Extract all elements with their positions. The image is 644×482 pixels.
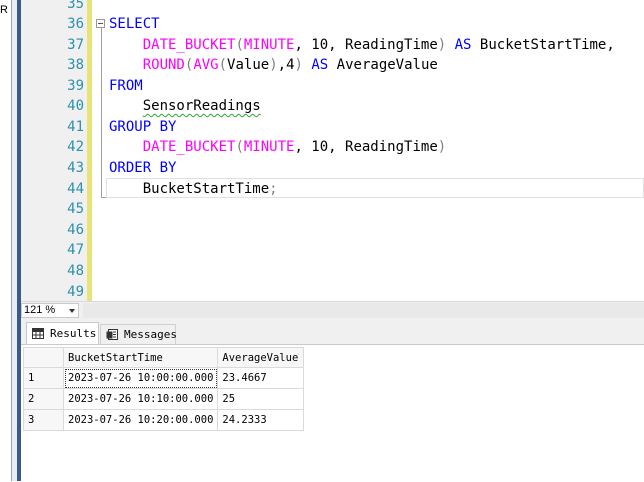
column-name: BucketStartTime bbox=[142, 181, 270, 197]
keyword-from: FROM bbox=[109, 78, 143, 94]
column-alias: AverageValue bbox=[336, 57, 438, 73]
datepart-minute: MINUTE bbox=[243, 139, 295, 155]
change-tracking-bar bbox=[87, 0, 92, 301]
table-name: SensorReadings bbox=[142, 98, 261, 114]
table-row: 2 2023-07-26 10:10:00.000 25 bbox=[23, 388, 305, 410]
paren: ) bbox=[437, 37, 447, 53]
column-alias: BucketStartTime, bbox=[479, 37, 615, 53]
function-args: , 10, ReadingTime bbox=[294, 139, 438, 155]
column-value: Value bbox=[227, 57, 270, 73]
function-args: , 10, ReadingTime bbox=[294, 37, 438, 53]
paren: ( bbox=[235, 139, 244, 155]
grid-cell[interactable]: 23.4667 bbox=[217, 367, 305, 389]
code-line-44[interactable]: BucketStartTime; bbox=[109, 179, 278, 199]
object-explorer-fragment-text: R bbox=[0, 4, 8, 16]
row-number-header[interactable] bbox=[23, 347, 64, 368]
paren: ) bbox=[437, 139, 447, 155]
line-number-gutter: 35 36 37 38 39 40 41 42 43 44 45 46 47 4… bbox=[21, 0, 87, 301]
grid-cell[interactable]: 2023-07-26 10:20:00.000 bbox=[62, 409, 219, 431]
keyword-order-by: ORDER BY bbox=[109, 160, 177, 176]
line-number: 42 bbox=[67, 139, 84, 155]
grid-cell[interactable]: 24.2333 bbox=[217, 409, 305, 431]
function-args: ,4 bbox=[277, 57, 295, 73]
grid-cell[interactable]: 25 bbox=[217, 388, 305, 410]
query-editor[interactable]: 35 36 37 38 39 40 41 42 43 44 45 46 47 4… bbox=[21, 0, 644, 301]
object-explorer-edge: R bbox=[0, 0, 11, 481]
column-header[interactable]: BucketStartTime bbox=[62, 347, 219, 368]
semicolon: ; bbox=[269, 181, 278, 197]
code-line-41[interactable]: GROUP BY bbox=[109, 117, 176, 137]
results-grid[interactable]: BucketStartTime AverageValue 1 2023-07-2… bbox=[23, 347, 305, 431]
line-number: 41 bbox=[67, 119, 84, 135]
collapse-region-icon[interactable] bbox=[96, 19, 105, 28]
tab-results[interactable]: Results bbox=[26, 322, 99, 344]
zoom-dropdown[interactable]: 121 % bbox=[21, 303, 79, 318]
grid-cell[interactable]: 2023-07-26 10:10:00.000 bbox=[62, 388, 219, 410]
zoom-value: 121 % bbox=[24, 304, 56, 316]
code-line-38[interactable]: ROUND(AVG(Value),4) AS AverageValue bbox=[109, 55, 438, 75]
line-number: 47 bbox=[67, 242, 84, 258]
horizontal-scrollbar[interactable] bbox=[83, 303, 644, 318]
paren: ( bbox=[218, 57, 228, 73]
keyword-select: SELECT bbox=[109, 16, 160, 32]
tab-messages[interactable]: Messages bbox=[100, 324, 177, 344]
outline-guide bbox=[101, 28, 102, 198]
datepart-minute: MINUTE bbox=[243, 37, 295, 53]
grid-cell[interactable]: 2023-07-26 10:00:00.000 bbox=[62, 367, 219, 389]
line-number: 49 bbox=[67, 284, 84, 300]
tab-messages-label: Messages bbox=[124, 328, 177, 341]
grid-header-row: BucketStartTime AverageValue bbox=[23, 347, 305, 368]
line-number: 40 bbox=[67, 98, 84, 114]
function-avg: AVG bbox=[193, 57, 219, 73]
row-number[interactable]: 1 bbox=[23, 367, 64, 389]
chevron-down-icon[interactable] bbox=[69, 309, 75, 313]
line-number: 39 bbox=[67, 78, 84, 94]
function-date-bucket: DATE_BUCKET bbox=[142, 37, 236, 53]
row-number[interactable]: 2 bbox=[23, 388, 64, 410]
function-round: ROUND bbox=[142, 57, 185, 73]
code-line-40[interactable]: SensorReadings bbox=[109, 96, 261, 116]
code-line-37[interactable]: DATE_BUCKET(MINUTE, 10, ReadingTime) AS … bbox=[109, 35, 615, 55]
code-line-36[interactable]: SELECT bbox=[109, 14, 160, 34]
keyword-as: AS bbox=[454, 37, 472, 53]
line-number: 36 bbox=[67, 16, 84, 32]
tab-results-label: Results bbox=[50, 327, 97, 340]
code-line-42[interactable]: DATE_BUCKET(MINUTE, 10, ReadingTime) bbox=[109, 137, 446, 157]
keyword-as: AS bbox=[311, 57, 329, 73]
column-header[interactable]: AverageValue bbox=[217, 347, 305, 368]
line-number: 35 bbox=[67, 0, 84, 12]
line-number: 45 bbox=[67, 201, 84, 217]
editor-status-bar: 121 % bbox=[21, 301, 644, 318]
table-row: 3 2023-07-26 10:20:00.000 24.2333 bbox=[23, 409, 305, 431]
function-date-bucket: DATE_BUCKET bbox=[142, 139, 236, 155]
messages-icon bbox=[106, 329, 118, 340]
table-row: 1 2023-07-26 10:00:00.000 23.4667 bbox=[23, 367, 305, 389]
line-number: 43 bbox=[67, 160, 84, 176]
row-number[interactable]: 3 bbox=[23, 409, 64, 431]
paren: ( bbox=[235, 37, 244, 53]
results-tab-bar: Results Messages bbox=[21, 318, 644, 344]
line-number: 37 bbox=[67, 37, 84, 53]
grid-icon bbox=[32, 328, 44, 339]
keyword-group-by: GROUP BY bbox=[109, 119, 177, 135]
line-number: 38 bbox=[67, 57, 84, 73]
code-line-43[interactable]: ORDER BY bbox=[109, 158, 176, 178]
paren: ) bbox=[269, 57, 278, 73]
line-number: 44 bbox=[67, 181, 84, 197]
line-number: 46 bbox=[67, 222, 84, 238]
code-line-39[interactable]: FROM bbox=[109, 76, 143, 96]
paren: ) bbox=[294, 57, 303, 73]
line-number: 48 bbox=[67, 263, 84, 279]
results-pane: BucketStartTime AverageValue 1 2023-07-2… bbox=[21, 344, 644, 482]
